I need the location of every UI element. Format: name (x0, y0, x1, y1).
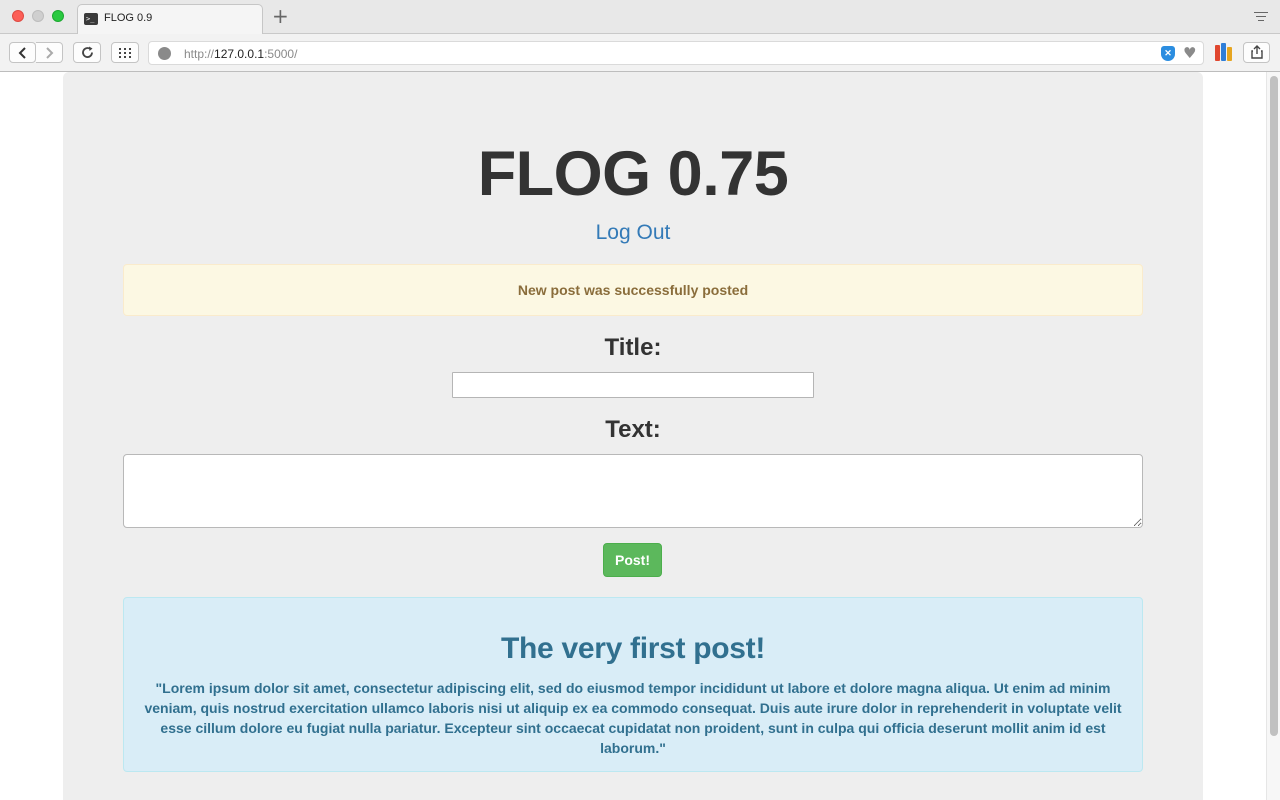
url-scheme: http:// (184, 47, 215, 61)
browser-tab[interactable]: >_ FLOG 0.9 (77, 4, 263, 34)
browser-toolbar: http://127.0.0.1:5000/ ✕ ♥ (0, 34, 1280, 72)
back-button[interactable] (9, 42, 36, 63)
close-window-button[interactable] (12, 10, 24, 22)
post-button[interactable]: Post! (603, 543, 662, 577)
forward-button[interactable] (36, 42, 63, 63)
books-icon[interactable] (1215, 43, 1232, 61)
title-label: Title: (604, 334, 662, 361)
new-tab-button[interactable]: + (272, 6, 289, 26)
site-title: FLOG 0.75 (477, 139, 789, 209)
page-scrollbar[interactable] (1266, 72, 1280, 800)
scrollbar-thumb[interactable] (1270, 76, 1278, 736)
grid-icon (119, 48, 131, 58)
tab-list-icon[interactable] (1254, 12, 1268, 22)
forward-icon (46, 47, 54, 59)
url-port-path: :5000/ (264, 47, 298, 61)
share-button[interactable] (1243, 42, 1270, 63)
globe-icon (158, 47, 171, 60)
browser-titlebar: >_ FLOG 0.9 + (0, 0, 1280, 34)
minimize-window-button[interactable] (32, 10, 44, 22)
reload-button[interactable] (73, 42, 101, 63)
post-title: The very first post! (500, 632, 766, 665)
speed-dial-button[interactable] (111, 42, 139, 63)
share-icon (1250, 45, 1263, 59)
text-label: Text: (605, 416, 661, 443)
flash-message: New post was successfully posted (123, 264, 1143, 316)
logout-link[interactable]: Log Out (596, 221, 671, 244)
tab-title: FLOG 0.9 (104, 12, 153, 24)
shield-icon[interactable]: ✕ (1161, 46, 1175, 61)
zoom-window-button[interactable] (52, 10, 64, 22)
address-bar[interactable]: http://127.0.0.1:5000/ ✕ ♥ (148, 41, 1204, 65)
heart-icon[interactable]: ♥ (1183, 44, 1196, 62)
title-input[interactable] (452, 372, 814, 398)
post-card: The very first post! "Lorem ipsum dolor … (123, 597, 1143, 772)
url-host: 127.0.0.1 (214, 47, 265, 61)
back-icon (18, 47, 26, 59)
reload-icon (81, 46, 93, 58)
text-textarea[interactable] (123, 454, 1143, 528)
jumbotron-container: FLOG 0.75 Log Out New post was successfu… (63, 72, 1203, 800)
url-text[interactable]: http://127.0.0.1:5000/ (184, 47, 297, 61)
terminal-favicon-icon: >_ (84, 13, 98, 25)
logout-row: Log Out (63, 221, 1203, 245)
page-viewport: FLOG 0.75 Log Out New post was successfu… (0, 72, 1266, 800)
post-body: "Lorem ipsum dolor sit amet, consectetur… (144, 680, 1122, 756)
